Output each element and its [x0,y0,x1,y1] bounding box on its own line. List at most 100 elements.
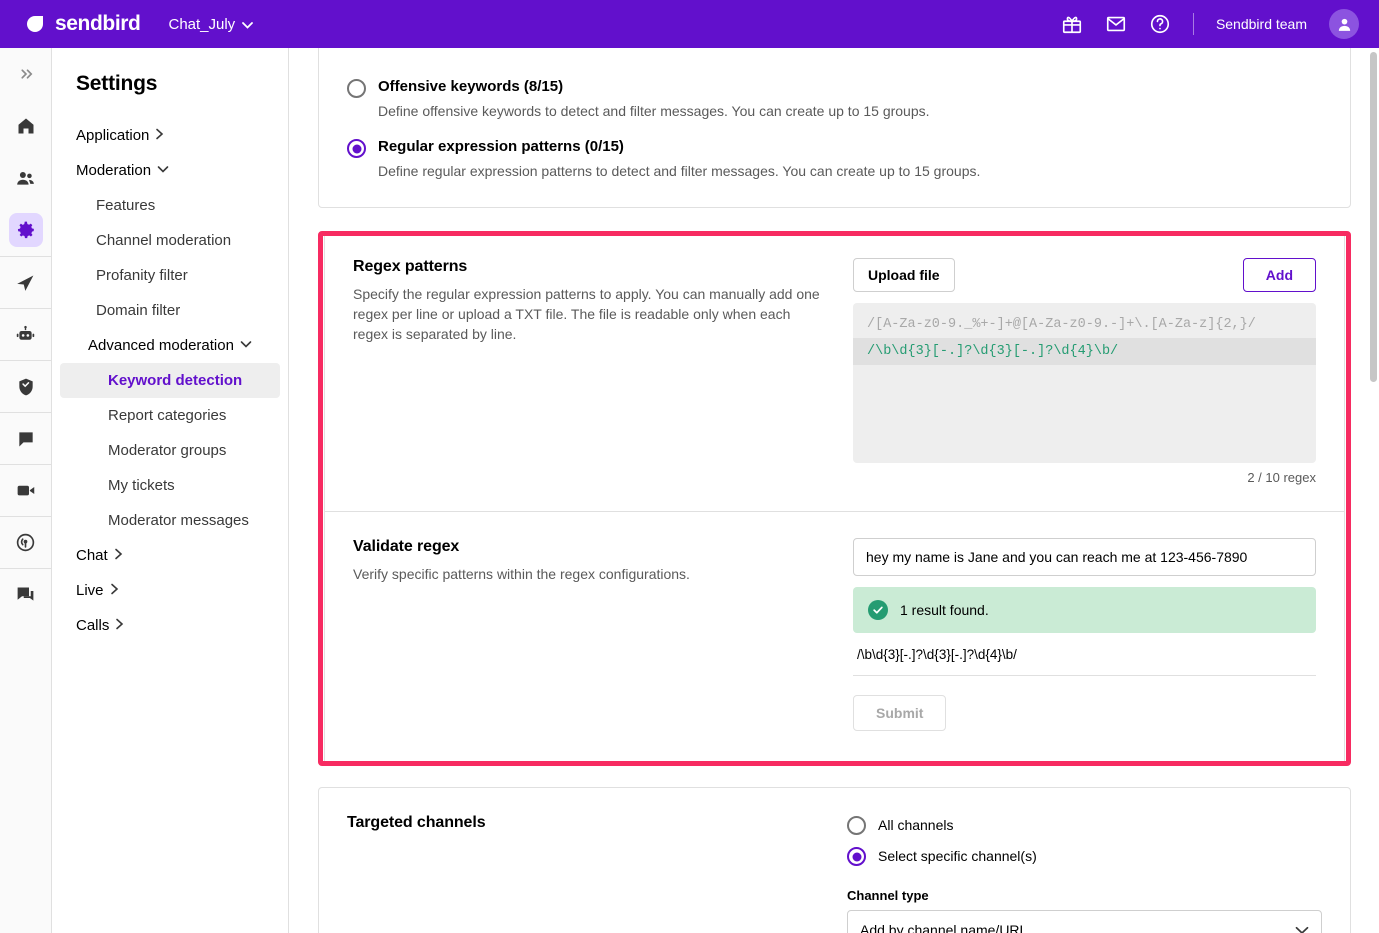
chevron-down-icon [157,165,169,177]
radio-regex-patterns[interactable] [347,139,366,158]
targeted-channels-section: Targeted channels All channels Select sp… [319,788,1350,933]
detection-mode-card: Offensive keywords (8/15) Define offensi… [318,48,1351,208]
channel-type-value: Add by channel name/URL [860,922,1028,933]
scroll-container[interactable]: Offensive keywords (8/15) Define offensi… [290,48,1379,933]
chat-bubble-icon[interactable] [0,412,52,464]
video-icon[interactable] [0,464,52,516]
sidebar-item-profanity-filter[interactable]: Profanity filter [60,258,280,293]
gift-icon[interactable] [1061,13,1083,35]
avatar[interactable] [1329,9,1359,39]
option-desc: Define offensive keywords to detect and … [378,103,930,119]
chevron-down-icon [240,340,252,352]
sidebar-group-calls[interactable]: Calls [52,608,288,643]
add-regex-button[interactable]: Add [1242,258,1316,292]
sidebar-item-channel-moderation[interactable]: Channel moderation [60,223,280,258]
sidebar-group-label: Calls [76,617,110,634]
sendbird-logo-icon [24,13,46,35]
option-label: Regular expression patterns (0/15) [378,138,624,155]
account-name: Sendbird team [1215,16,1307,32]
bot-icon[interactable] [0,308,52,360]
section-title: Validate regex [353,538,460,555]
submit-button[interactable]: Submit [853,695,947,731]
section-title: Regex patterns [353,258,468,275]
home-icon[interactable] [0,100,52,152]
chevron-down-icon [242,16,254,33]
sidebar-item-report-categories[interactable]: Report categories [60,398,280,433]
sidebar-group-label: Live [76,582,104,599]
sidebar-group-advanced-moderation[interactable]: Advanced moderation [52,328,288,363]
channel-type-select[interactable]: Add by channel name/URL [847,910,1322,933]
settings-sidebar: Settings Application Moderation Features… [52,48,289,933]
regex-list[interactable]: /[A-Za-z0-9._%+-]+@[A-Za-z0-9.-]+\.[A-Za… [853,303,1316,463]
regex-line[interactable]: /[A-Za-z0-9._%+-]+@[A-Za-z0-9.-]+\.[A-Za… [853,311,1316,338]
sidebar-group-application[interactable]: Application [52,118,288,153]
section-desc: Specify the regular expression patterns … [353,286,820,342]
page-title: Settings [76,72,158,95]
vertical-scrollbar[interactable] [1370,52,1377,382]
divider [1192,13,1194,35]
brand-name: sendbird [55,12,141,35]
settings-icon[interactable] [0,204,52,256]
chevron-right-icon [110,583,119,598]
section-title: Targeted channels [347,814,486,831]
option-label: All channels [878,816,954,833]
detection-mode-regex[interactable]: Regular expression patterns (0/15) Defin… [347,121,1322,181]
regex-line[interactable]: /\b\d{3}[-.]?\d{3}[-.]?\d{4}\b/ [853,338,1316,365]
radio-offensive-keywords[interactable] [347,79,366,98]
send-icon[interactable] [0,256,52,308]
validation-alert-text: 1 result found. [900,602,989,618]
sidebar-group-label: Advanced moderation [88,337,234,354]
sidebar-item-moderator-messages[interactable]: Moderator messages [60,503,280,538]
main-content: Offensive keywords (8/15) Define offensi… [290,48,1379,933]
shield-check-icon[interactable] [0,360,52,412]
regex-patterns-section: Regex patterns Specify the regular expre… [325,232,1344,511]
sidebar-group-moderation[interactable]: Moderation [52,153,288,188]
radio-specific-channels[interactable] [847,847,866,866]
app-switcher[interactable]: Chat_July [168,15,254,33]
upload-file-button[interactable]: Upload file [853,258,955,292]
targeted-option-all[interactable]: All channels [847,814,1322,835]
radio-all-channels[interactable] [847,816,866,835]
channel-type-label: Channel type [847,888,929,903]
validate-regex-input[interactable] [853,538,1316,576]
section-desc: Verify specific patterns within the rege… [353,566,690,582]
broadcast-icon[interactable] [0,516,52,568]
regex-card: Regex patterns Specify the regular expre… [324,231,1345,766]
sidebar-group-label: Application [76,127,150,144]
check-circle-icon [868,600,888,620]
sidebar-item-domain-filter[interactable]: Domain filter [60,293,280,328]
top-bar: sendbird Chat_July Sendbird team [0,0,1379,48]
chat-stack-icon[interactable] [0,568,52,620]
expand-icon[interactable] [0,48,52,100]
detection-mode-offensive[interactable]: Offensive keywords (8/15) Define offensi… [347,48,1322,121]
app-switcher-label: Chat_July [168,15,236,33]
sidebar-group-label: Chat [76,547,108,564]
validate-regex-section: Validate regex Verify specific patterns … [325,512,1344,765]
sidebar-item-moderator-groups[interactable]: Moderator groups [60,433,280,468]
sidebar-group-label: Moderation [76,162,152,179]
sidebar-item-features[interactable]: Features [60,188,280,223]
targeted-channels-card: Targeted channels All channels Select sp… [318,787,1351,933]
chevron-right-icon [155,128,164,143]
option-label: Offensive keywords (8/15) [378,78,564,95]
chevron-down-icon [1295,922,1309,933]
sidebar-item-keyword-detection[interactable]: Keyword detection [60,363,280,398]
help-icon[interactable] [1149,13,1171,35]
app-root: sendbird Chat_July Sendbird team Setting… [0,0,1379,933]
validation-result-row: /\b\d{3}[-.]?\d{3}[-.]?\d{4}\b/ [853,633,1316,676]
sidebar-group-chat[interactable]: Chat [52,538,288,573]
option-label: Select specific channel(s) [878,847,1037,864]
regex-counter: 2 / 10 regex [1247,470,1316,485]
chevron-right-icon [114,548,123,563]
users-icon[interactable] [0,152,52,204]
sidebar-group-live[interactable]: Live [52,573,288,608]
sidebar-item-my-tickets[interactable]: My tickets [60,468,280,503]
mail-icon[interactable] [1105,13,1127,35]
targeted-option-specific[interactable]: Select specific channel(s) [847,845,1322,866]
icon-rail [0,48,52,933]
option-desc: Define regular expression patterns to de… [378,163,981,179]
chevron-right-icon [115,618,124,633]
top-bar-actions: Sendbird team [1061,9,1359,39]
brand[interactable]: sendbird [24,12,141,36]
highlighted-region: Regex patterns Specify the regular expre… [318,231,1351,766]
